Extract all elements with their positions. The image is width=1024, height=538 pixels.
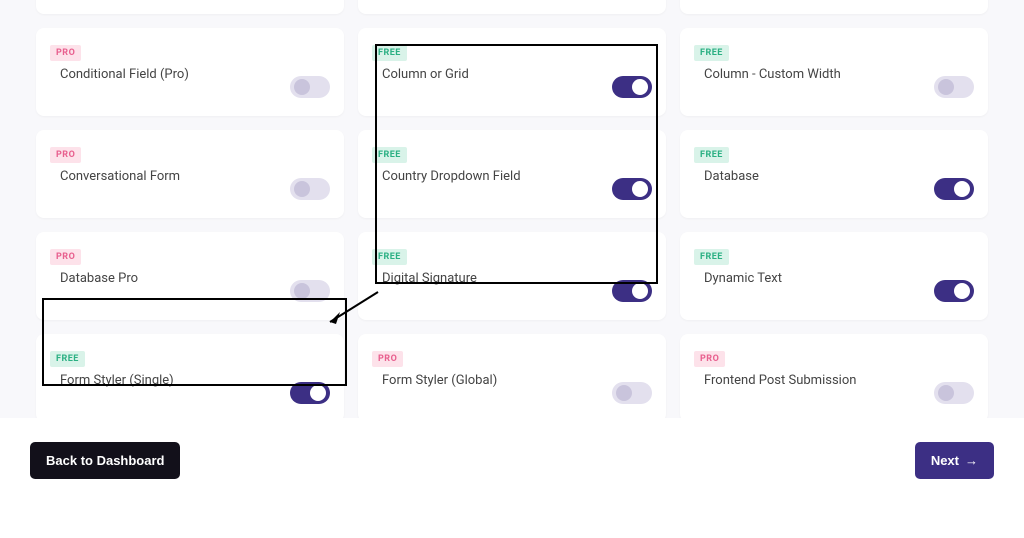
feature-toggle[interactable]: [290, 76, 330, 98]
feature-card: [680, 0, 988, 14]
badge-free: FREE: [372, 147, 407, 163]
badge-free: FREE: [372, 249, 407, 265]
feature-title: Conversational Form: [50, 169, 330, 184]
feature-toggle[interactable]: [934, 76, 974, 98]
feature-card-country-dropdown-field: FREE Country Dropdown Field: [358, 130, 666, 218]
badge-free: FREE: [50, 351, 85, 367]
badge-free: FREE: [694, 249, 729, 265]
back-to-dashboard-button[interactable]: Back to Dashboard: [30, 442, 180, 479]
footer-bar: Back to Dashboard Next: [0, 430, 1024, 490]
feature-toggle[interactable]: [934, 178, 974, 200]
feature-title: Form Styler (Global): [372, 373, 652, 388]
feature-card-conversational-form: PRO Conversational Form: [36, 130, 344, 218]
feature-toggle[interactable]: [612, 382, 652, 404]
feature-card: [358, 0, 666, 14]
feature-toggle[interactable]: [290, 178, 330, 200]
feature-toggle[interactable]: [290, 280, 330, 302]
feature-card-database-pro: PRO Database Pro: [36, 232, 344, 320]
feature-card-dynamic-text: FREE Dynamic Text: [680, 232, 988, 320]
feature-toggle[interactable]: [934, 280, 974, 302]
badge-pro: PRO: [694, 351, 725, 367]
feature-card-form-styler-global: PRO Form Styler (Global): [358, 334, 666, 418]
next-button[interactable]: Next: [915, 442, 994, 479]
feature-title: Digital Signature: [372, 271, 652, 286]
feature-toggle[interactable]: [612, 178, 652, 200]
badge-free: FREE: [372, 45, 407, 61]
feature-title: Conditional Field (Pro): [50, 67, 330, 82]
feature-toggle[interactable]: [934, 382, 974, 404]
badge-pro: PRO: [372, 351, 403, 367]
feature-title: Column or Grid: [372, 67, 652, 82]
feature-title: Frontend Post Submission: [694, 373, 974, 388]
feature-card-database: FREE Database: [680, 130, 988, 218]
next-button-label: Next: [931, 453, 959, 468]
feature-card-column-custom-width: FREE Column - Custom Width: [680, 28, 988, 116]
feature-card-digital-signature: FREE Digital Signature: [358, 232, 666, 320]
feature-title: Country Dropdown Field: [372, 169, 652, 184]
badge-pro: PRO: [50, 249, 81, 265]
feature-toggle[interactable]: [612, 280, 652, 302]
badge-pro: PRO: [50, 45, 81, 61]
feature-card-conditional-field-pro: PRO Conditional Field (Pro): [36, 28, 344, 116]
feature-title: Column - Custom Width: [694, 67, 974, 82]
badge-pro: PRO: [50, 147, 81, 163]
feature-title: Form Styler (Single): [50, 373, 330, 388]
feature-title: Dynamic Text: [694, 271, 974, 286]
feature-card-frontend-post-submission: PRO Frontend Post Submission: [680, 334, 988, 418]
feature-card-form-styler-single: FREE Form Styler (Single): [36, 334, 344, 418]
feature-toggle[interactable]: [612, 76, 652, 98]
feature-title: Database: [694, 169, 974, 184]
arrow-right-icon: [965, 453, 978, 468]
badge-free: FREE: [694, 147, 729, 163]
feature-toggle[interactable]: [290, 382, 330, 404]
feature-title: Database Pro: [50, 271, 330, 286]
feature-grid: PRO Conditional Field (Pro) FREE Column …: [36, 0, 988, 418]
feature-card-column-or-grid: FREE Column or Grid: [358, 28, 666, 116]
badge-free: FREE: [694, 45, 729, 61]
feature-card: [36, 0, 344, 14]
